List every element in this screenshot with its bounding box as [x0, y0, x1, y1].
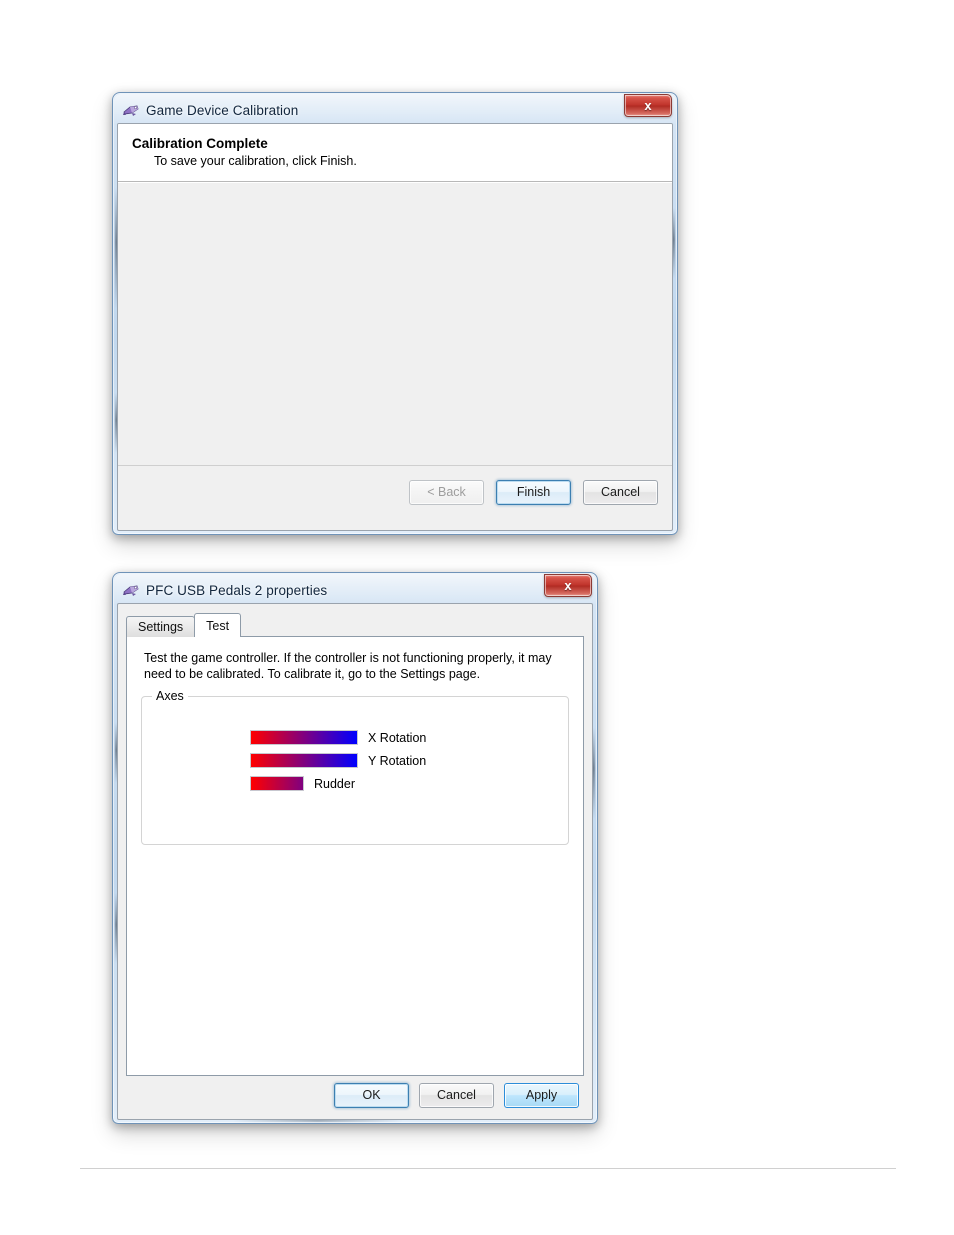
- axis-row-y-rotation: Y Rotation: [142, 749, 568, 772]
- page-divider-rule: [80, 1168, 896, 1169]
- page-title: Calibration Complete: [132, 136, 268, 151]
- wizard-content-area: [118, 182, 672, 466]
- axis-bar-y-rotation: [250, 753, 358, 768]
- axes-groupbox: Axes X Rotation Y Rotation Rudder: [141, 689, 569, 845]
- game-controller-icon: [122, 102, 140, 118]
- tab-panel-test: Test the game controller. If the control…: [126, 636, 584, 1076]
- axis-label-x-rotation: X Rotation: [368, 730, 427, 745]
- close-button[interactable]: x: [544, 574, 592, 597]
- titlebar: Game Device Calibration x: [117, 94, 673, 123]
- close-button[interactable]: x: [624, 94, 672, 117]
- axes-list: X Rotation Y Rotation Rudder: [142, 697, 568, 795]
- tabstrip: Settings Test: [126, 613, 592, 637]
- titlebar: PFC USB Pedals 2 properties x: [117, 574, 593, 603]
- close-icon: x: [644, 98, 652, 113]
- ok-button[interactable]: OK: [334, 1082, 409, 1108]
- finish-button[interactable]: Finish: [496, 479, 571, 505]
- apply-button[interactable]: Apply: [504, 1082, 579, 1108]
- game-device-calibration-dialog[interactable]: Game Device Calibration x Calibration Co…: [112, 92, 678, 535]
- properties-button-bar: OK Cancel Apply: [118, 1071, 592, 1119]
- back-button[interactable]: < Back: [409, 479, 484, 505]
- axes-groupbox-label: Axes: [152, 689, 188, 703]
- tab-help-line-1: Test the game controller. If the control…: [144, 651, 552, 665]
- game-controller-icon: [122, 582, 140, 598]
- close-icon: x: [564, 578, 572, 593]
- axis-bar-x-rotation: [250, 730, 358, 745]
- axis-label-rudder: Rudder: [314, 776, 355, 791]
- cancel-button[interactable]: Cancel: [419, 1082, 494, 1108]
- dialog-title: PFC USB Pedals 2 properties: [146, 582, 328, 598]
- axis-label-y-rotation: Y Rotation: [368, 753, 427, 768]
- axis-row-x-rotation: X Rotation: [142, 726, 568, 749]
- tab-help-text: Test the game controller. If the control…: [127, 637, 583, 682]
- tab-help-line-2: need to be calibrated. To calibrate it, …: [144, 667, 481, 681]
- dialog-client-area: Settings Test Test the game controller. …: [117, 603, 593, 1120]
- axis-row-rudder: Rudder: [142, 772, 568, 795]
- tab-test[interactable]: Test: [194, 613, 242, 637]
- wizard-header: Calibration Complete To save your calibr…: [118, 124, 672, 182]
- pedals-properties-dialog[interactable]: PFC USB Pedals 2 properties x Settings T…: [112, 572, 598, 1124]
- tab-settings[interactable]: Settings: [126, 616, 196, 637]
- axis-bar-rudder: [250, 776, 304, 791]
- cancel-button[interactable]: Cancel: [583, 479, 658, 505]
- dialog-title: Game Device Calibration: [146, 102, 299, 118]
- page-subtitle: To save your calibration, click Finish.: [154, 154, 357, 168]
- dialog-client-area: Calibration Complete To save your calibr…: [117, 123, 673, 531]
- wizard-button-bar: < Back Finish Cancel: [118, 466, 672, 518]
